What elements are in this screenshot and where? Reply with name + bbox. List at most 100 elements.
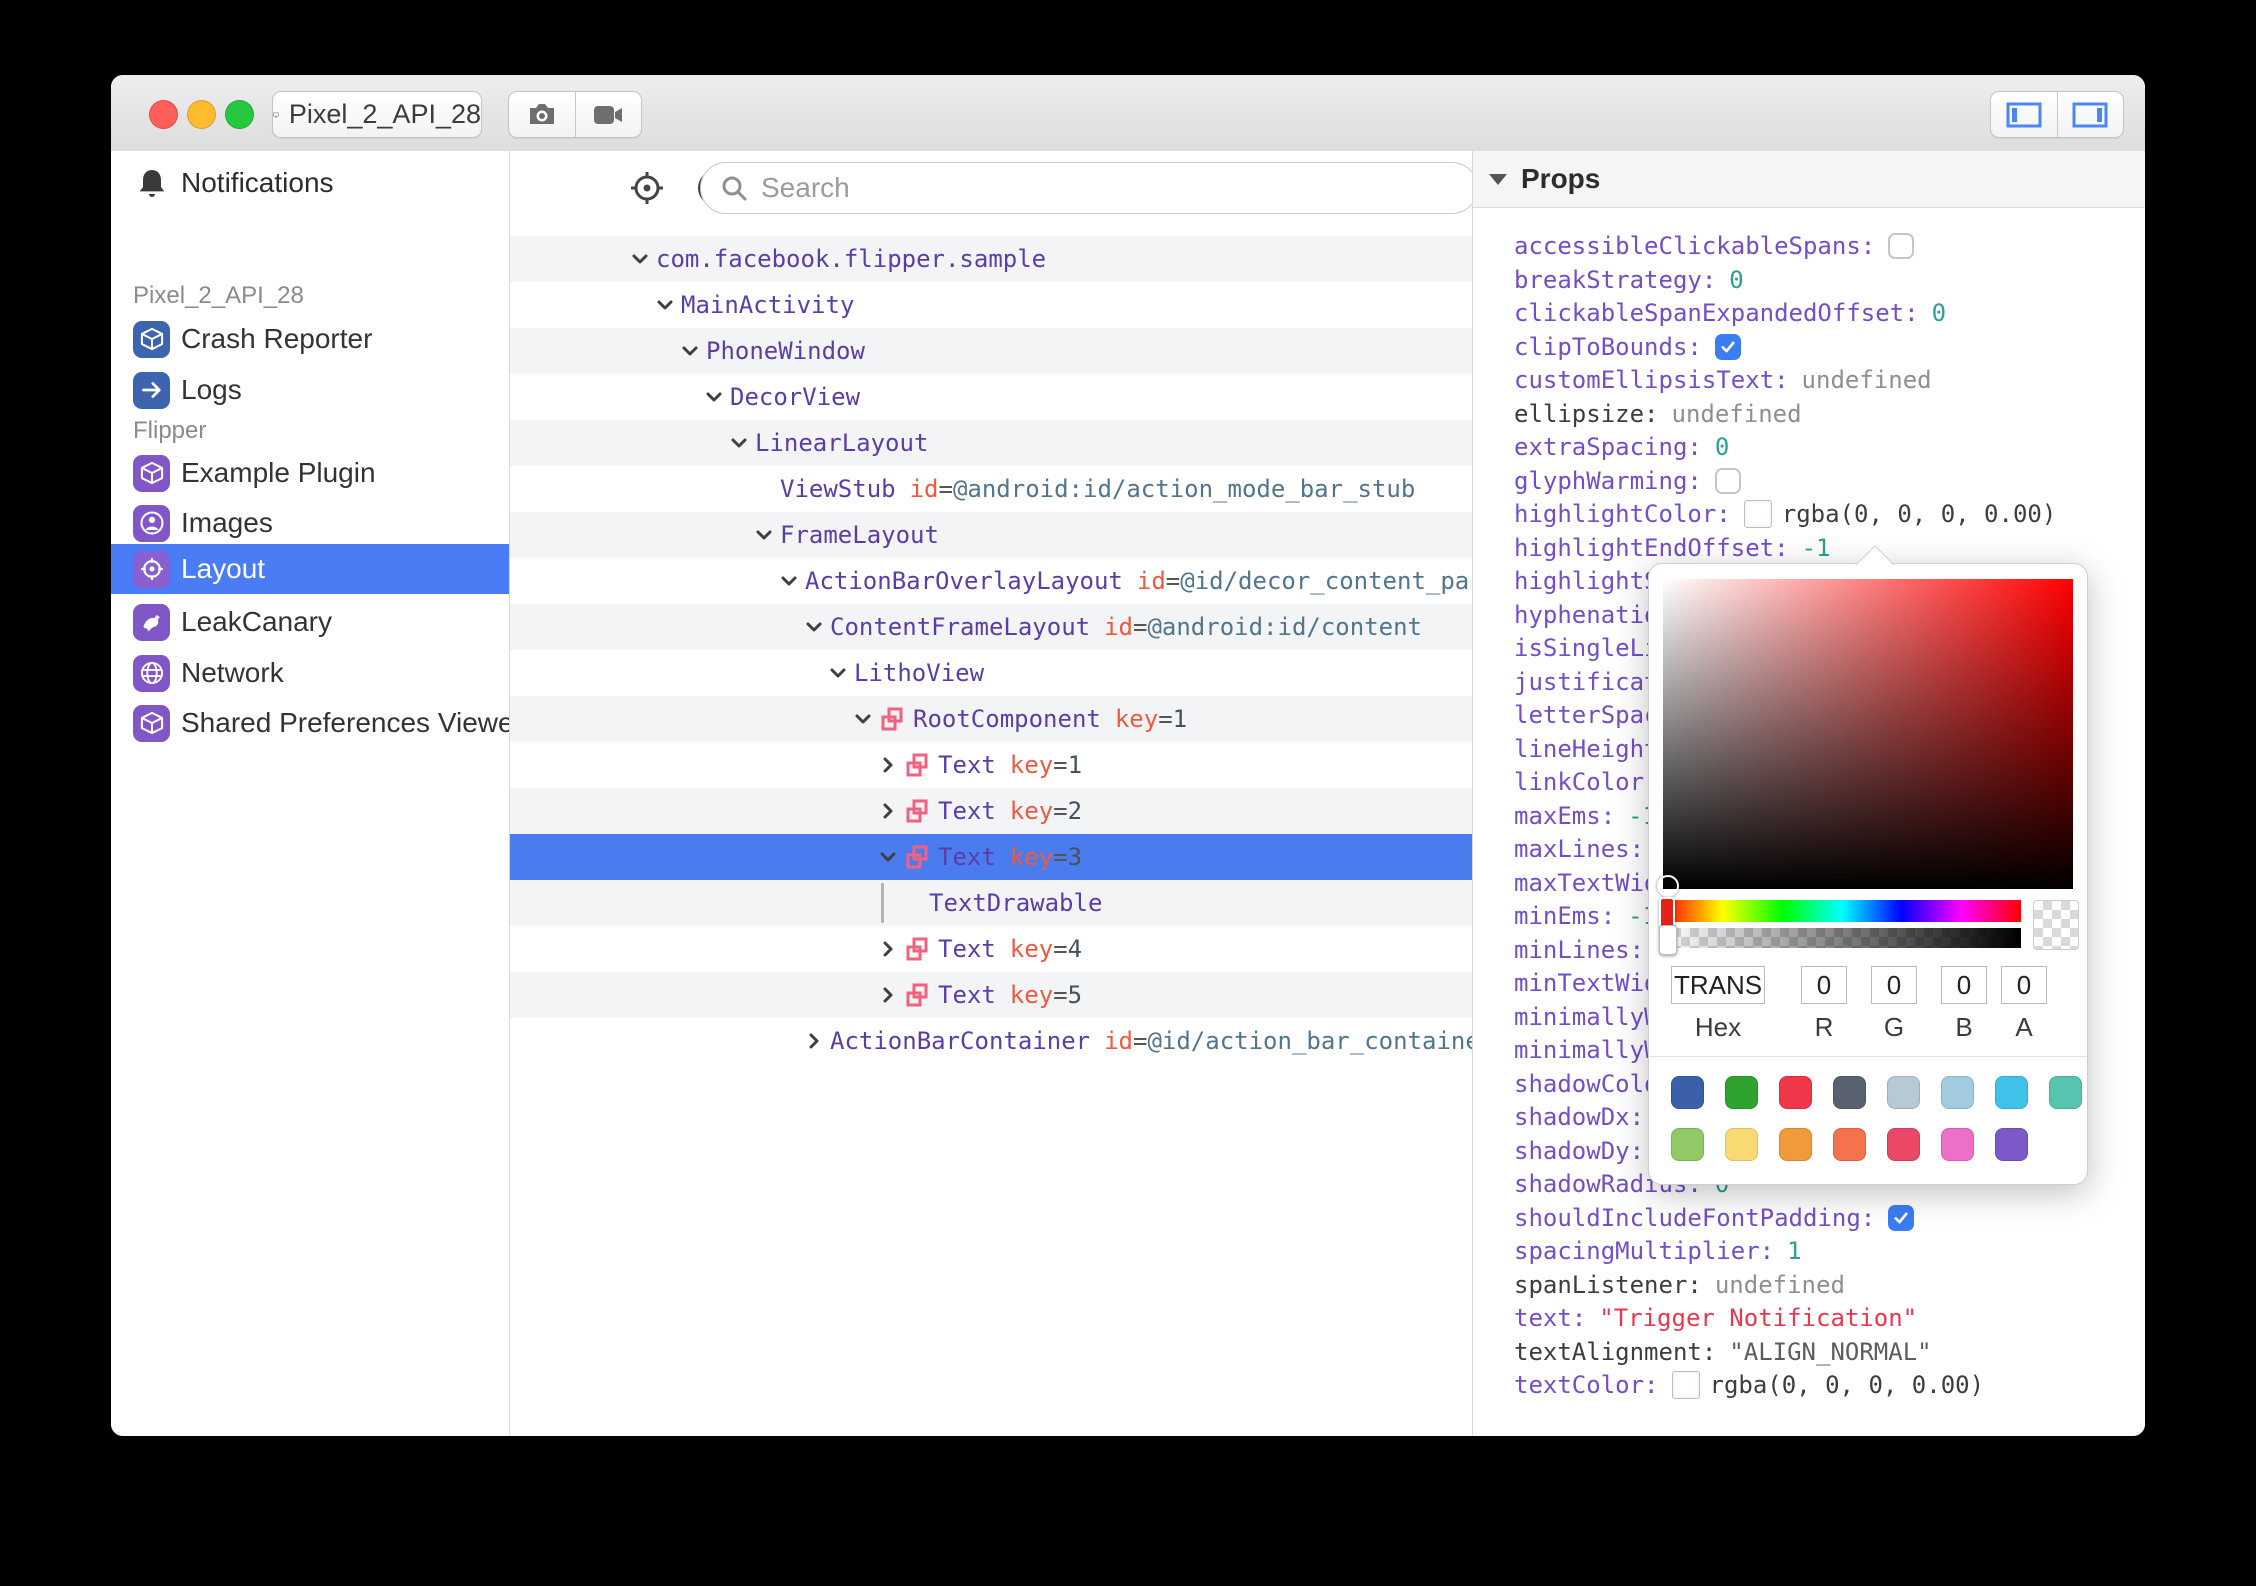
preset-color-swatch[interactable] bbox=[1995, 1128, 2028, 1161]
saturation-cursor[interactable] bbox=[1657, 875, 1679, 897]
chevron-down-icon[interactable] bbox=[826, 661, 850, 685]
tree-node-framelayout[interactable]: FrameLayout bbox=[510, 512, 1472, 558]
tree-node-actionbarcontainer--id-action-bar-container[interactable]: ActionBarContainer id = @id/action_bar_cont… bbox=[510, 1018, 1472, 1064]
sidebar-item-crash-reporter[interactable]: Crash Reporter bbox=[111, 314, 509, 364]
preset-color-swatch[interactable] bbox=[1725, 1128, 1758, 1161]
search-input[interactable] bbox=[759, 171, 1403, 205]
chevron-right-icon[interactable] bbox=[876, 983, 900, 1007]
sidebar-item-label: Layout bbox=[181, 553, 266, 584]
screenshot-button[interactable] bbox=[509, 92, 575, 137]
prop-name: extraSpacing: bbox=[1514, 433, 1702, 461]
sidebar-item-shared-preferences-viewer[interactable]: Shared Preferences Viewer bbox=[111, 698, 509, 748]
search-field[interactable] bbox=[700, 162, 1478, 214]
color-swatch[interactable] bbox=[1743, 500, 1772, 528]
preset-color-swatch[interactable] bbox=[1833, 1128, 1866, 1161]
search-icon bbox=[722, 176, 747, 201]
tree-node-viewstub--android-id-action-mode-bar-stub[interactable]: ViewStub id = @android:id/action_mode_bar_s… bbox=[510, 466, 1472, 512]
preset-color-swatch[interactable] bbox=[1725, 1076, 1758, 1109]
tree-node-linearlayout[interactable]: LinearLayout bbox=[510, 420, 1472, 466]
prop-row-maxLines: maxLines: bbox=[1514, 832, 1644, 866]
preset-color-swatch[interactable] bbox=[1779, 1128, 1812, 1161]
maximize-button[interactable] bbox=[225, 100, 254, 129]
preset-color-swatch[interactable] bbox=[1887, 1128, 1920, 1161]
chevron-right-icon[interactable] bbox=[876, 753, 900, 777]
tree-node-mainactivity[interactable]: MainActivity bbox=[510, 282, 1472, 328]
preset-color-swatch[interactable] bbox=[1995, 1076, 2028, 1109]
chevron-down-icon[interactable] bbox=[702, 385, 726, 409]
color-swatch[interactable] bbox=[1671, 1371, 1700, 1399]
litho-component-icon bbox=[879, 706, 905, 732]
props-section-header[interactable]: Props bbox=[1473, 151, 2145, 208]
prop-checkbox[interactable] bbox=[1714, 467, 1741, 494]
sidebar-item-images[interactable]: Images bbox=[111, 498, 509, 548]
tree-node-text-2[interactable]: Text key = 2 bbox=[510, 788, 1472, 834]
toggle-left-panel-button[interactable] bbox=[1991, 92, 2057, 137]
chevron-down-icon[interactable] bbox=[653, 293, 677, 317]
chevron-down-icon[interactable] bbox=[876, 845, 900, 869]
node-name: TextDrawable bbox=[929, 889, 1103, 917]
alpha-slider-handle[interactable] bbox=[1659, 925, 1677, 955]
prop-row-spacingMultiplier: spacingMultiplier: 1 bbox=[1514, 1234, 1802, 1268]
chevron-right-icon[interactable] bbox=[876, 799, 900, 823]
tree-node-lithoview[interactable]: LithoView bbox=[510, 650, 1472, 696]
close-button[interactable] bbox=[149, 100, 178, 129]
toggle-right-panel-button[interactable] bbox=[2056, 92, 2124, 137]
red-input[interactable] bbox=[1801, 966, 1847, 1004]
tree-node-text-1[interactable]: Text key = 1 bbox=[510, 742, 1472, 788]
saturation-square[interactable] bbox=[1657, 579, 2073, 897]
preset-color-swatch[interactable] bbox=[1887, 1076, 1920, 1109]
tree-node-text-4[interactable]: Text key = 4 bbox=[510, 926, 1472, 972]
chevron-down-icon[interactable] bbox=[752, 523, 776, 547]
hex-input[interactable] bbox=[1671, 966, 1765, 1004]
preset-color-swatch[interactable] bbox=[1671, 1076, 1704, 1109]
chevron-down-icon[interactable] bbox=[851, 707, 875, 731]
preset-color-swatch[interactable] bbox=[1941, 1076, 1974, 1109]
sidebar-item-leakcanary[interactable]: LeakCanary bbox=[111, 597, 509, 647]
tree-node-contentframelayout--android-id-content[interactable]: ContentFrameLayout id = @android:id/content bbox=[510, 604, 1472, 650]
alpha-input[interactable] bbox=[2001, 966, 2047, 1004]
preset-color-swatch[interactable] bbox=[1833, 1076, 1866, 1109]
alpha-slider[interactable] bbox=[1663, 928, 2021, 948]
tree-node-rootcomponent-1[interactable]: RootComponent key = 1 bbox=[510, 696, 1472, 742]
sidebar-item-example-plugin[interactable]: Example Plugin bbox=[111, 448, 509, 498]
tree-node-text-3[interactable]: Text key = 3 bbox=[510, 834, 1472, 880]
preset-color-swatch[interactable] bbox=[2049, 1076, 2082, 1109]
hue-slider[interactable] bbox=[1663, 900, 2021, 922]
chevron-right-icon[interactable] bbox=[802, 1029, 826, 1053]
tree-node-com-facebook-flipper-sample[interactable]: com.facebook.flipper.sample bbox=[510, 236, 1472, 282]
prop-checkbox[interactable] bbox=[1888, 233, 1915, 259]
sidebar-item-logs[interactable]: Logs bbox=[111, 365, 509, 415]
prop-name: maxEms: bbox=[1514, 801, 1616, 830]
prop-name: shouldIncludeFontPadding: bbox=[1514, 1203, 1876, 1232]
prop-checkbox[interactable] bbox=[1888, 1204, 1915, 1231]
preset-color-swatch[interactable] bbox=[1779, 1076, 1812, 1109]
sidebar-item-layout[interactable]: Layout bbox=[111, 544, 509, 594]
device-selector-button[interactable]: Pixel_2_API_28 bbox=[272, 91, 482, 138]
green-input[interactable] bbox=[1871, 966, 1917, 1004]
record-button[interactable] bbox=[574, 92, 642, 137]
minimize-button[interactable] bbox=[187, 100, 216, 129]
cube-icon bbox=[133, 320, 170, 358]
preset-color-swatch[interactable] bbox=[1941, 1128, 1974, 1161]
target-mode-button[interactable] bbox=[627, 168, 667, 213]
chevron-down-icon[interactable] bbox=[628, 247, 652, 271]
chevron-down-icon[interactable] bbox=[802, 615, 826, 639]
chevron-down-icon[interactable] bbox=[777, 569, 801, 593]
tree-node-actionbaroverlaylayout--id-decor-content-parent[interactable]: ActionBarOverlayLayout id = @id/decor_conte… bbox=[510, 558, 1472, 604]
green-label: G bbox=[1883, 1012, 1905, 1042]
tree-node-phonewindow[interactable]: PhoneWindow bbox=[510, 328, 1472, 374]
prop-name: highlightColor: bbox=[1514, 500, 1731, 528]
chevron-down-icon[interactable] bbox=[678, 339, 702, 363]
tree-node-text-5[interactable]: Text key = 5 bbox=[510, 972, 1472, 1018]
node-name: ActionBarContainer bbox=[830, 1027, 1091, 1055]
tree-node-textdrawable[interactable]: TextDrawable bbox=[510, 880, 1472, 926]
tree-node-decorview[interactable]: DecorView bbox=[510, 374, 1472, 420]
globe-icon bbox=[133, 654, 170, 692]
chevron-down-icon[interactable] bbox=[727, 431, 751, 455]
sidebar-item-notifications[interactable]: Notifications bbox=[111, 158, 509, 208]
preset-color-swatch[interactable] bbox=[1671, 1128, 1704, 1161]
sidebar-item-network[interactable]: Network bbox=[111, 648, 509, 698]
blue-input[interactable] bbox=[1941, 966, 1987, 1004]
prop-checkbox[interactable] bbox=[1714, 333, 1741, 360]
chevron-right-icon[interactable] bbox=[876, 937, 900, 961]
